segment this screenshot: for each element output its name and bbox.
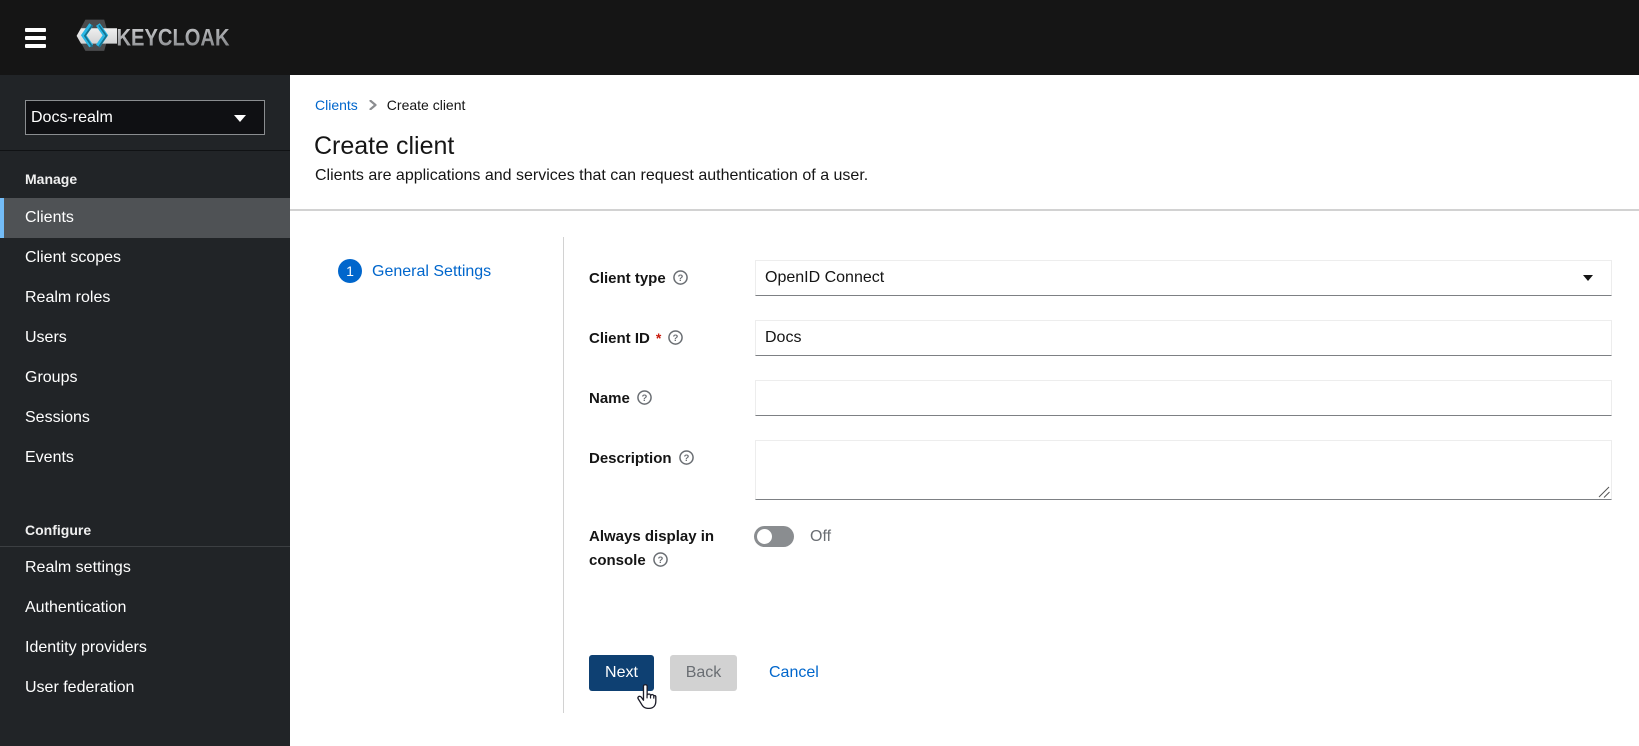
svg-text:?: ? bbox=[657, 555, 663, 565]
svg-text:KEYCLOAK: KEYCLOAK bbox=[117, 25, 231, 52]
svg-text:?: ? bbox=[683, 453, 689, 463]
svg-text:?: ? bbox=[677, 273, 683, 283]
svg-text:?: ? bbox=[642, 393, 648, 403]
svg-text:?: ? bbox=[673, 333, 679, 343]
